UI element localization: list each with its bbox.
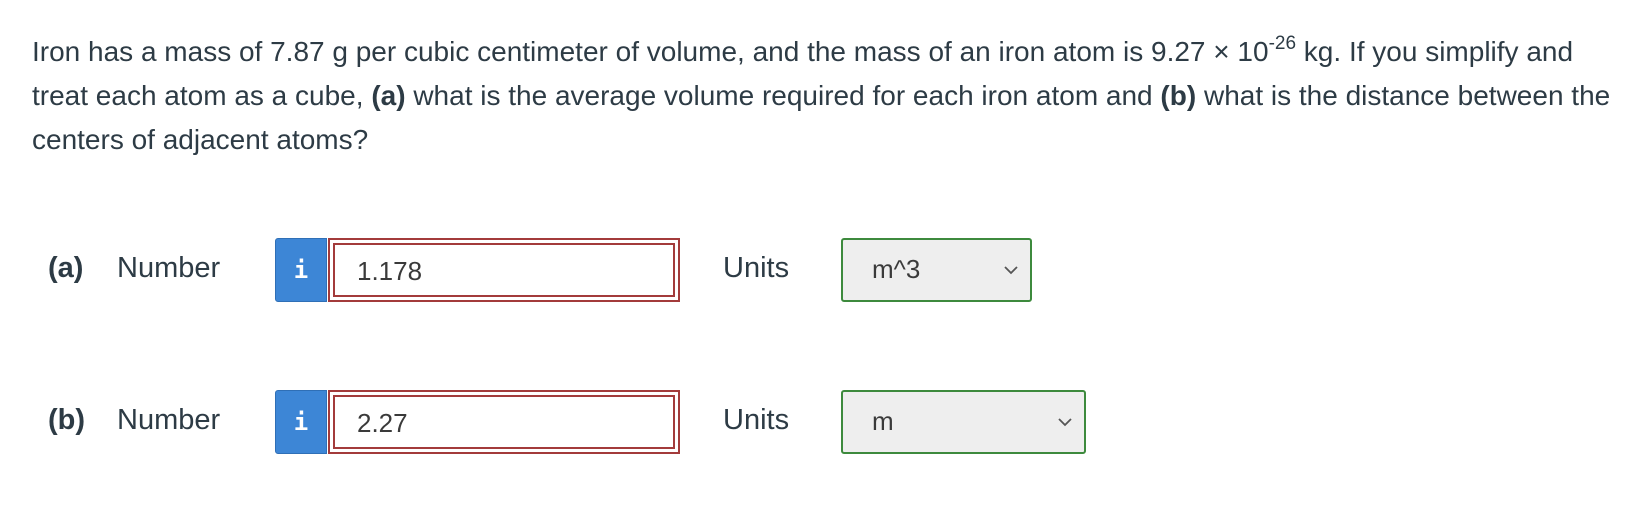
chevron-down-icon xyxy=(1004,266,1018,275)
number-input-b-value[interactable]: 2.27 xyxy=(333,395,675,449)
units-select-b[interactable]: m xyxy=(841,390,1086,454)
number-input-b[interactable]: 2.27 xyxy=(328,390,680,454)
question-exponent: -26 xyxy=(1268,32,1297,54)
chevron-down-icon xyxy=(1058,418,1072,427)
number-label-b: Number xyxy=(117,404,221,436)
question-text: Iron has a mass of 7.87 g per cubic cent… xyxy=(32,30,1622,162)
question-part-a-marker: (a) xyxy=(371,80,406,111)
info-icon[interactable]: i xyxy=(275,390,327,454)
question-text-part-3: what is the average volume required for … xyxy=(405,80,1161,111)
number-label-a: Number xyxy=(117,252,221,284)
question-text-part-1: Iron has a mass of 7.87 g per cubic cent… xyxy=(32,36,1269,67)
units-select-b-value: m xyxy=(872,406,894,436)
info-icon[interactable]: i xyxy=(275,238,327,302)
units-select-a-value: m^3 xyxy=(872,254,921,284)
part-label-b: (b) xyxy=(48,404,86,436)
units-label-b: Units xyxy=(723,404,790,436)
number-input-a-value[interactable]: 1.178 xyxy=(333,243,675,297)
units-label-a: Units xyxy=(723,252,790,284)
part-label-a: (a) xyxy=(48,252,84,284)
question-part-b-marker: (b) xyxy=(1160,80,1197,111)
units-select-a[interactable]: m^3 xyxy=(841,238,1032,302)
number-input-a[interactable]: 1.178 xyxy=(328,238,680,302)
